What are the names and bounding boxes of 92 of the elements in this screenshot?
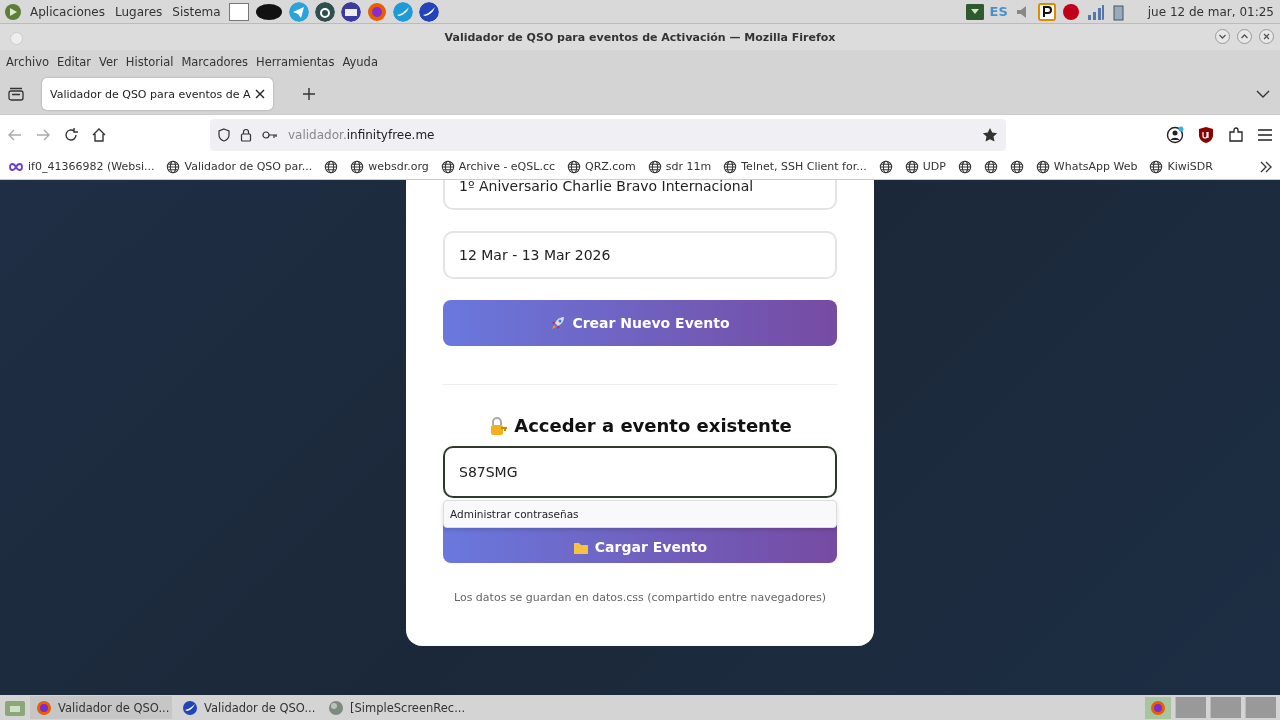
taskbar-item[interactable]: [SimpleScreenRec... [322, 696, 464, 719]
firefox-icon[interactable] [1145, 696, 1171, 719]
record-icon[interactable] [1061, 2, 1080, 21]
bookmark-item[interactable]: Validador de QSO par... [166, 159, 313, 174]
globe-icon [1009, 159, 1024, 174]
bird-icon [182, 699, 198, 716]
bird-icon[interactable] [418, 1, 439, 22]
launcher-icon[interactable] [314, 1, 335, 22]
chevron-up-icon [1240, 32, 1249, 41]
shield-icon[interactable] [1198, 125, 1214, 144]
event-dates-field[interactable]: 12 Mar - 13 Mar 2026 [443, 231, 837, 279]
maximize-button[interactable] [1237, 29, 1252, 44]
bookmark-item[interactable]: websdr.org [350, 159, 429, 174]
double-chevron-icon[interactable] [1260, 160, 1272, 173]
globe-icon [904, 159, 919, 174]
bird-icon[interactable] [392, 1, 413, 22]
clock[interactable]: jue 12 de mar, 01:25 [1147, 4, 1274, 19]
bookmark-item[interactable]: UDP [904, 159, 946, 174]
address-bar[interactable]: validador.infinityfree.me [210, 118, 1006, 151]
globe-icon [983, 159, 998, 174]
infinity-icon [8, 161, 24, 172]
parking-icon[interactable] [1037, 2, 1056, 21]
menu-icon[interactable] [1258, 128, 1272, 141]
account-icon[interactable] [1166, 125, 1184, 144]
panel-menu[interactable]: Aplicaciones [28, 4, 107, 19]
bookmark-item[interactable]: sdr 11m [647, 159, 712, 174]
autocomplete-menu[interactable]: Administrar contraseñas [443, 500, 837, 528]
menu-item[interactable]: Editar [53, 55, 96, 69]
tab-list-icon[interactable] [8, 87, 24, 101]
window-title: Validador de QSO para eventos de Activación — Mozilla Firefox [444, 30, 836, 44]
key-icon[interactable] [262, 129, 278, 140]
globe-icon [878, 159, 893, 174]
firefox-icon [36, 699, 52, 716]
window-list-icon[interactable] [228, 2, 249, 21]
globe-icon [1149, 159, 1164, 174]
event-name-field[interactable]: 1º Aniversario Charlie Bravo Internacional [443, 180, 837, 210]
folder-icon [572, 541, 589, 555]
menu-item[interactable]: Marcadores [177, 55, 253, 69]
app-menu-icon[interactable] [4, 2, 22, 21]
globe-icon [567, 159, 581, 174]
reload-icon[interactable] [64, 127, 78, 142]
section-heading: Acceder a evento existente [514, 415, 792, 436]
chevron-down-icon [1218, 32, 1227, 41]
globe-icon [166, 159, 181, 174]
globe-icon [440, 159, 455, 174]
globe-icon [723, 159, 738, 174]
menu-item[interactable]: Ver [95, 55, 122, 69]
minimize-button[interactable] [1215, 29, 1230, 44]
bookmark-item[interactable]: Archive - eQSL.cc [440, 159, 555, 174]
taskbar-item[interactable]: Validador de QSO... [30, 696, 172, 719]
panel-menu[interactable]: Sistema [170, 4, 223, 19]
bookmark-item[interactable]: Telnet, SSH Client for... [723, 159, 867, 174]
url-text: validador.infinityfree.me [288, 127, 436, 142]
firefox-icon[interactable] [366, 1, 387, 22]
launcher-icon[interactable] [254, 1, 283, 22]
download-icon[interactable] [965, 2, 984, 21]
globe-icon [647, 159, 662, 174]
menu-item[interactable]: Historial [121, 55, 178, 69]
shield-icon[interactable] [218, 127, 230, 142]
create-event-button[interactable]: Crear Nuevo Evento [443, 300, 837, 346]
chevron-down-icon[interactable] [1256, 89, 1270, 99]
close-button[interactable] [1259, 29, 1274, 44]
globe-icon [328, 699, 344, 716]
footer-note: Los datos se guardan en datos.css (compartido entre navegadores) [452, 591, 827, 604]
browser-tab[interactable]: Validador de QSO para eventos de A [42, 78, 273, 110]
home-icon[interactable] [92, 127, 106, 142]
star-icon[interactable] [982, 126, 998, 143]
close-icon[interactable] [254, 89, 265, 99]
event-code-field[interactable]: S87SMG [443, 446, 837, 498]
padlock-key-icon [488, 415, 509, 436]
menu-item[interactable]: Ayuda [338, 55, 382, 69]
rocket-icon [550, 315, 567, 331]
envelope-icon[interactable] [340, 1, 361, 22]
signal-icon[interactable] [1085, 2, 1104, 21]
close-icon [1262, 32, 1271, 41]
bookmark-item[interactable]: WhatsApp Web [1035, 159, 1138, 174]
puzzle-icon[interactable] [1228, 126, 1244, 143]
panel-menu[interactable]: Lugares [112, 4, 165, 19]
plus-icon[interactable] [302, 88, 315, 100]
paper-plane-icon[interactable] [288, 1, 309, 22]
taskbar-item[interactable]: Validador de QSO... [176, 696, 318, 719]
padlock-icon[interactable] [240, 127, 252, 142]
globe-icon [1035, 159, 1050, 174]
bookmark-item[interactable]: if0_41366982 (Websi... [8, 160, 155, 173]
bookmark-item[interactable]: QRZ.com [567, 159, 636, 174]
globe-icon [324, 159, 339, 174]
menu-item[interactable]: Archivo [2, 55, 53, 69]
bookmark-item[interactable]: KiwiSDR [1149, 159, 1213, 174]
menu-item[interactable]: Herramientas [252, 55, 339, 69]
globe-icon [957, 159, 972, 174]
globe-icon [350, 159, 365, 174]
window-dot-icon [10, 32, 23, 45]
